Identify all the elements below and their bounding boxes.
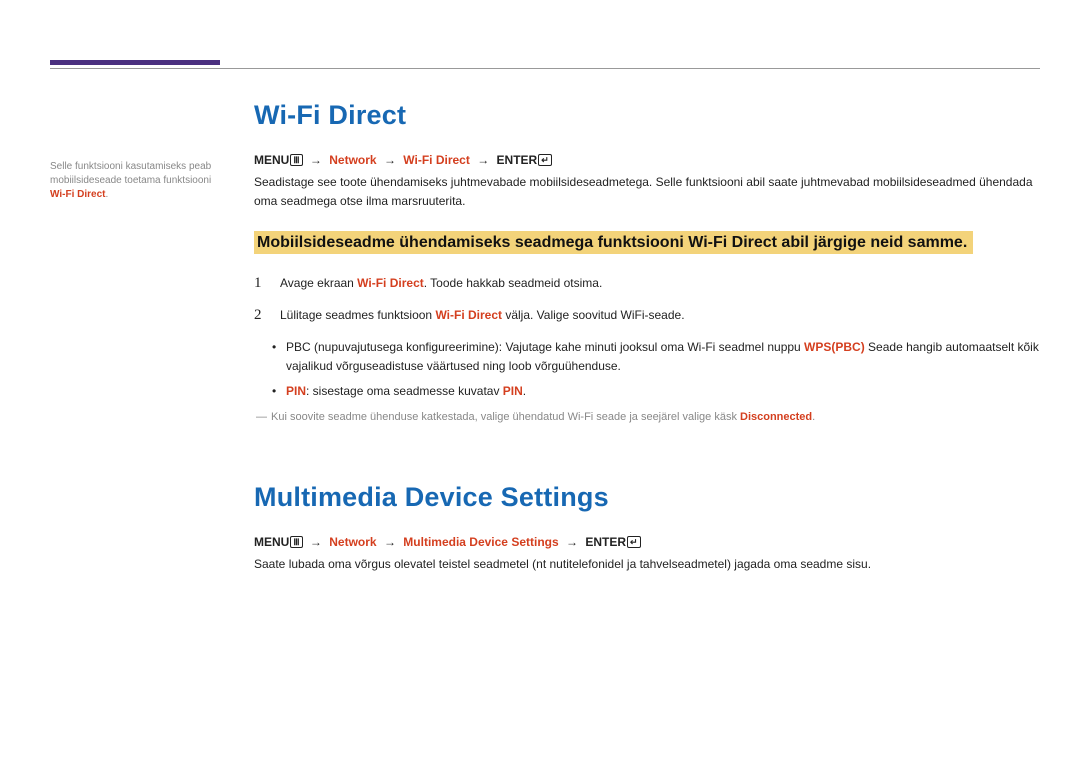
bullet-pin: PIN: sisestage oma seadmesse kuvatav PIN… bbox=[272, 382, 1040, 401]
breadcrumb-arrow: → bbox=[310, 535, 322, 549]
bullet2-period: . bbox=[523, 384, 526, 398]
chapter-indicator-bar bbox=[50, 60, 220, 65]
step2-post: välja. Valige soovitud WiFi-seade. bbox=[502, 308, 685, 322]
breadcrumb-arrow: → bbox=[310, 153, 322, 167]
bullet1-pre: PBC (nupuvajutusega konfigureerimine): V… bbox=[286, 340, 804, 354]
enter-icon: ↵ bbox=[627, 536, 641, 548]
note-pre: Kui soovite seadme ühenduse katkestada, … bbox=[271, 411, 740, 423]
step2-kw: Wi-Fi Direct bbox=[435, 308, 502, 322]
breadcrumb-arrow: → bbox=[384, 153, 396, 167]
bullet1-kw: WPS(PBC) bbox=[804, 340, 865, 354]
menu-icon: Ⅲ bbox=[290, 536, 302, 548]
breadcrumb-arrow: → bbox=[384, 535, 396, 549]
breadcrumb-wifi-direct: MENUⅢ → Network → Wi-Fi Direct → ENTER↵ bbox=[254, 153, 1040, 167]
highlight-text: Mobiilsideseadme ühendamiseks seadmega f… bbox=[254, 231, 973, 254]
note-kw: Disconnected bbox=[740, 411, 812, 423]
side-note: Selle funktsiooni kasutamiseks peab mobi… bbox=[50, 160, 220, 202]
breadcrumb-arrow: → bbox=[477, 153, 489, 167]
breadcrumb-multimedia: MENUⅢ → Network → Multimedia Device Sett… bbox=[254, 535, 1040, 549]
breadcrumb-enter: ENTER bbox=[585, 535, 626, 549]
step2-pre: Lülitage seadmes funktsioon bbox=[280, 308, 435, 322]
side-note-keyword: Wi-Fi Direct bbox=[50, 189, 105, 200]
bullet2-mid: : sisestage oma seadmesse kuvatav bbox=[306, 384, 503, 398]
step1-kw: Wi-Fi Direct bbox=[357, 276, 424, 290]
breadcrumb-multimedia-label: Multimedia Device Settings bbox=[403, 535, 558, 549]
breadcrumb-enter: ENTER bbox=[497, 153, 538, 167]
side-note-period: . bbox=[105, 189, 108, 200]
step-2: Lülitage seadmes funktsioon Wi-Fi Direct… bbox=[254, 306, 1040, 324]
bullet2-kw1: PIN bbox=[286, 384, 306, 398]
main-content: Wi-Fi Direct MENUⅢ → Network → Wi-Fi Dir… bbox=[254, 100, 1040, 593]
page-top-rule bbox=[50, 68, 1040, 69]
note-dash-icon: ― bbox=[256, 411, 267, 423]
breadcrumb-wifidirect: Wi-Fi Direct bbox=[403, 153, 470, 167]
breadcrumb-arrow: → bbox=[566, 535, 578, 549]
disconnect-note: ― Kui soovite seadme ühenduse katkestada,… bbox=[256, 409, 1040, 426]
menu-icon: Ⅲ bbox=[290, 154, 302, 166]
step1-post: . Toode hakkab seadmeid otsima. bbox=[424, 276, 603, 290]
breadcrumb-menu: MENU bbox=[254, 535, 289, 549]
breadcrumb-network: Network bbox=[329, 535, 376, 549]
step1-pre: Avage ekraan bbox=[280, 276, 357, 290]
section-title-multimedia: Multimedia Device Settings bbox=[254, 482, 1040, 513]
enter-icon: ↵ bbox=[538, 154, 552, 166]
section-title-wifi-direct: Wi-Fi Direct bbox=[254, 100, 1040, 131]
sub-bullets: PBC (nupuvajutusega konfigureerimine): V… bbox=[272, 338, 1040, 402]
multimedia-body: Saate lubada oma võrgus olevatel teistel… bbox=[254, 555, 1040, 574]
steps-list: Avage ekraan Wi-Fi Direct. Toode hakkab … bbox=[254, 274, 1040, 324]
bullet-pbc: PBC (nupuvajutusega konfigureerimine): V… bbox=[272, 338, 1040, 376]
intro-paragraph: Seadistage see toote ühendamiseks juhtme… bbox=[254, 173, 1040, 210]
step-1: Avage ekraan Wi-Fi Direct. Toode hakkab … bbox=[254, 274, 1040, 292]
highlight-instruction: Mobiilsideseadme ühendamiseks seadmega f… bbox=[254, 230, 1040, 256]
breadcrumb-network: Network bbox=[329, 153, 376, 167]
bullet2-kw2: PIN bbox=[503, 384, 523, 398]
side-note-line2: mobiilsideseade toetama funktsiooni bbox=[50, 175, 211, 186]
note-post: . bbox=[812, 411, 815, 423]
side-note-line1: Selle funktsiooni kasutamiseks peab bbox=[50, 161, 211, 172]
breadcrumb-menu: MENU bbox=[254, 153, 289, 167]
